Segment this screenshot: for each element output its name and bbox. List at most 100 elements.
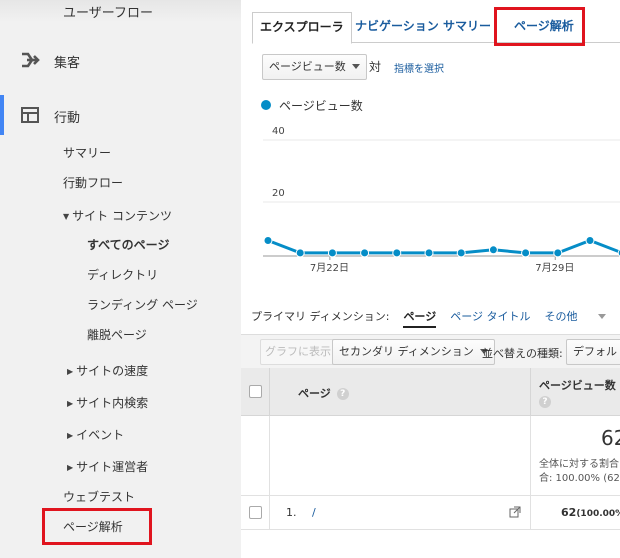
table-row-page: 1. / [270,496,531,530]
data-point [553,248,563,258]
collapsed-triangle-icon: ▶ [67,431,74,440]
main-panel: エクスプローラ ナビゲーション サマリー ページ解析 ページビュー数 対 指標を… [241,0,620,558]
sidebar-item-site-search[interactable]: ▶ サイト内検索 [67,394,148,411]
row-checkbox[interactable] [249,506,262,519]
help-icon[interactable]: ? [336,388,349,400]
table-row-value: 62(100.00%) [531,496,620,530]
sidebar-section-behavior[interactable]: 行動 [0,95,241,135]
sidebar-item-behavior-flow[interactable]: 行動フロー [63,174,123,191]
sidebar-item-directory[interactable]: ディレクトリ [87,266,158,283]
row-page-link[interactable]: / [312,506,316,519]
column-header-label: ページ? [298,385,349,401]
sidebar-item-all-pages[interactable]: すべてのページ [87,236,169,253]
row-value: 62(100.00%) [561,506,620,519]
table-toolbar: グラフに表示 セカンダリ ディメンション 並べ替えの種類: デフォルト [241,334,620,368]
dimension-other[interactable]: その他 [545,310,620,323]
plot-rows-button[interactable]: グラフに表示 [260,339,336,365]
primary-dimension-label: プライマリ ディメンション: [251,310,390,323]
y-tick-label: 40 [272,126,285,137]
x-tick-label: 7月22日 [310,262,349,274]
sidebar-item-summary[interactable]: サマリー [63,144,111,161]
select-all-checkbox[interactable] [249,385,262,398]
sidebar-item-label: サイトの速度 [76,364,149,378]
chevron-down-icon [597,314,606,319]
column-header-pageviews[interactable]: ページビュー数 ? [531,368,620,416]
tab-navigation-summary[interactable]: ナビゲーション サマリー [348,12,498,43]
dimension-page-title[interactable]: ページ タイトル [450,310,530,323]
x-tick-label: 7月29日 [535,262,574,274]
data-point [327,248,337,258]
row-value-percent: (100.00%) [576,509,620,519]
data-point [488,245,498,255]
series-line-pageviews [267,238,620,255]
total-percentage-line1: 全体に対する割合 [539,459,619,470]
sort-type-select[interactable]: デフォルト [566,339,620,365]
highlight-box-page-analytics-tab [494,7,585,46]
data-point [392,248,402,258]
sidebar-item-user-flow[interactable]: ユーザーフロー [63,2,153,21]
column-header-label: ページビュー数 [539,379,616,392]
sidebar-item-label: イベント [76,428,125,442]
help-icon[interactable]: ? [539,396,551,408]
active-indicator [0,95,4,135]
total-pageviews: 62 [601,426,620,450]
metric-select-value: ページビュー数 [269,60,346,73]
sort-type-label: 並べ替えの種類: [482,347,563,360]
sidebar-item-label: サイト コンテンツ [72,209,172,223]
open-page-icon[interactable] [509,506,521,518]
sidebar-item-landing-pages[interactable]: ランディング ページ [87,296,198,313]
sidebar-item-label: サイト運営者 [76,460,149,474]
totals-row-check [241,416,270,496]
data-point [456,248,466,258]
data-point [295,248,305,258]
total-percentage-line2: 合: 100.00% (62) [539,473,620,484]
sidebar-item-exit-pages[interactable]: 離脱ページ [87,326,147,343]
column-header-page[interactable]: ページ? [270,368,531,416]
sidebar-item-publisher[interactable]: ▶ サイト運営者 [67,458,148,475]
collapsed-triangle-icon: ▶ [67,367,74,376]
sidebar-section-label: 集客 [54,56,81,71]
sidebar-item-events[interactable]: ▶ イベント [67,426,124,443]
sidebar: ユーザーフロー 集客 行動 サマリー 行動フロー ▼ サイト コンテンツ すべての… [0,0,241,558]
totals-row-value: 62 全体に対する割合 合: 100.00% (62) [531,416,620,496]
data-point [521,248,531,258]
highlight-box-page-analytics [42,508,152,545]
sidebar-item-site-speed[interactable]: ▶ サイトの速度 [67,362,148,379]
select-all-header [241,368,270,416]
pageviews-line-chart: 40 20 7月22日 7月29日 [263,126,620,274]
help-icon-wrap: ? [539,394,551,408]
tab-explorer[interactable]: エクスプローラ [252,12,352,44]
data-point [263,236,273,245]
acquisition-arrow-icon [22,52,40,68]
data-point [585,236,595,245]
y-tick-label: 20 [272,188,285,199]
expanded-triangle-icon: ▼ [63,212,70,221]
sidebar-section-label: 行動 [54,111,81,126]
primary-dimension-row: プライマリ ディメンション: ページ ページ タイトル その他 [251,308,620,328]
versus-label: 対 [369,60,382,74]
behavior-layout-icon [21,107,39,123]
collapsed-triangle-icon: ▶ [67,399,74,408]
collapsed-triangle-icon: ▶ [67,463,74,472]
sidebar-item-label: サイト内検索 [76,396,149,410]
row-index: 1. [286,506,297,519]
column-header-text: ページ [298,387,331,400]
legend-label: ページビュー数 [279,99,363,113]
secondary-dimension-select[interactable]: セカンダリ ディメンション [332,339,495,365]
data-table: ページ? ページビュー数 ? 62 全体に対する割合 合: 100.00% (6… [241,368,620,558]
sidebar-section-acquisition[interactable]: 集客 [0,40,241,80]
sidebar-item-experiments[interactable]: ウェブテスト [63,488,135,505]
choose-metric-link[interactable]: 指標を選択 [394,60,444,75]
dimension-page[interactable]: ページ [403,310,437,328]
data-point [360,248,370,258]
metric-select[interactable]: ページビュー数 [262,54,367,80]
sidebar-item-site-content[interactable]: ▼ サイト コンテンツ [63,207,172,224]
totals-row-label [270,416,531,496]
secondary-dimension-label: セカンダリ ディメンション [339,345,474,358]
data-point [424,248,434,258]
legend-dot-icon [261,100,271,110]
row-value-number: 62 [561,506,577,519]
table-row-check [241,496,270,530]
chevron-down-icon [351,64,360,69]
dimension-other-label: その他 [544,310,578,323]
